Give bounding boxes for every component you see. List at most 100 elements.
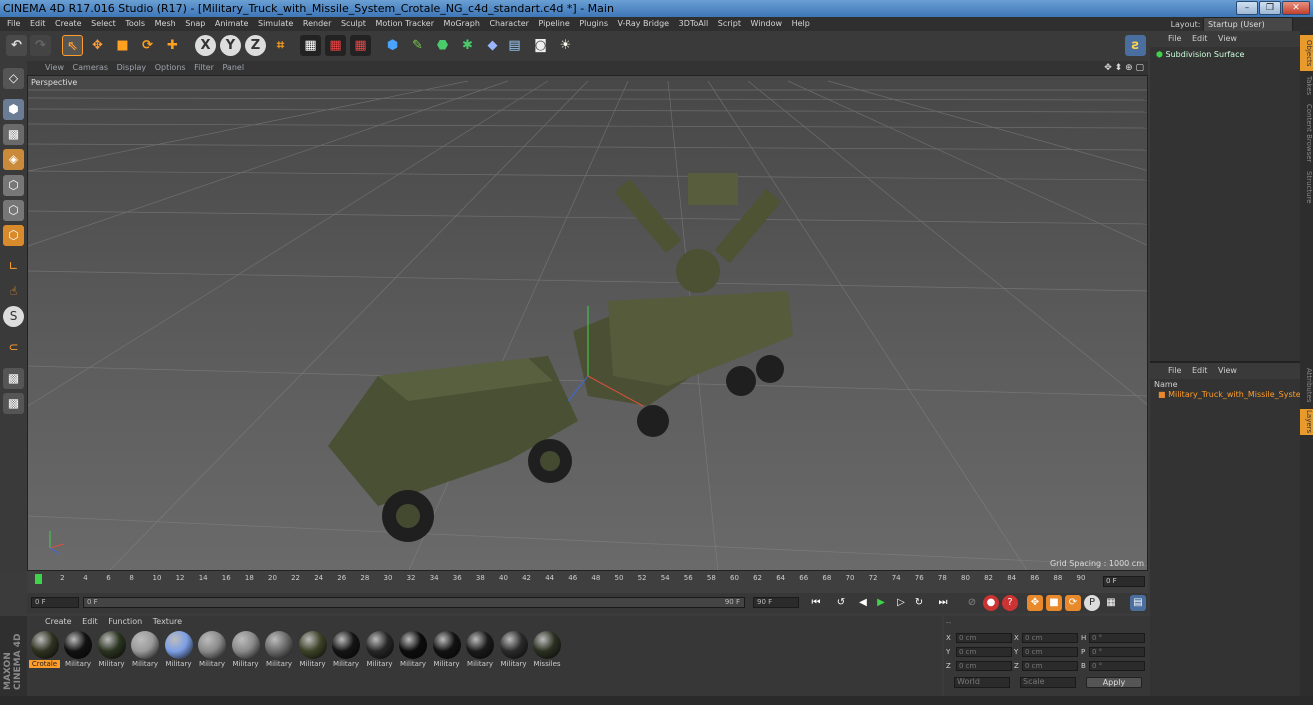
next-frame-icon[interactable]: ▷ — [893, 595, 909, 611]
material-menu-texture[interactable]: Texture — [153, 617, 182, 626]
material-swatch[interactable]: Military — [96, 631, 127, 676]
menu-pipeline[interactable]: Pipeline — [538, 19, 569, 28]
python-icon[interactable]: ƨ — [1125, 35, 1146, 56]
frame-range-slider[interactable]: 0 F 90 F — [83, 597, 745, 608]
menu-tools[interactable]: Tools — [125, 19, 145, 28]
next-key-icon[interactable]: ↻ — [911, 595, 927, 611]
material-swatch[interactable]: Military — [130, 631, 161, 676]
points-mode-icon[interactable]: ⬡ — [3, 175, 24, 196]
camera-icon[interactable]: ◙ — [530, 35, 551, 56]
material-swatch[interactable]: Crotale — [29, 631, 60, 676]
rotate-icon[interactable]: ⟳ — [137, 35, 158, 56]
move-icon[interactable]: ✥ — [87, 35, 108, 56]
size-y-field[interactable]: 0 cm — [1022, 647, 1078, 657]
menu-motion-tracker[interactable]: Motion Tracker — [375, 19, 434, 28]
material-swatch[interactable]: Military — [230, 631, 261, 676]
rotation-p-field[interactable]: 0 ° — [1089, 647, 1145, 657]
menu-simulate[interactable]: Simulate — [258, 19, 293, 28]
add-cross-icon[interactable]: ✚ — [162, 35, 183, 56]
current-frame-marker[interactable] — [35, 574, 42, 584]
menu-script[interactable]: Script — [718, 19, 741, 28]
material-swatch[interactable]: Military — [398, 631, 429, 676]
menu-file[interactable]: File — [7, 19, 20, 28]
goto-start-icon[interactable]: ⏮ — [808, 595, 824, 611]
coordinate-mode-select[interactable]: Scale — [1020, 677, 1076, 688]
viewport-nav-icons[interactable]: ✥ ⬍ ⊕ ▢ — [1104, 61, 1144, 75]
menu-vray-bridge[interactable]: V-Ray Bridge — [618, 19, 670, 28]
material-menu-function[interactable]: Function — [108, 617, 142, 626]
material-swatch[interactable]: Military — [465, 631, 496, 676]
model-mode-icon[interactable]: ⬢ — [3, 99, 24, 120]
menu-snap[interactable]: Snap — [185, 19, 205, 28]
light-icon[interactable]: ☀ — [555, 35, 576, 56]
maximize-button[interactable]: ❐ — [1259, 1, 1281, 15]
tab-takes[interactable]: Takes — [1300, 75, 1313, 97]
material-swatch[interactable]: Military — [63, 631, 94, 676]
undo-icon[interactable]: ↶ — [6, 35, 27, 56]
redo-icon[interactable]: ↷ — [30, 35, 51, 56]
menu-create[interactable]: Create — [55, 19, 82, 28]
make-editable-icon[interactable]: ◇ — [3, 68, 24, 89]
menu-render[interactable]: Render — [303, 19, 331, 28]
magnet-icon[interactable]: ⊂ — [3, 337, 24, 358]
tab-structure[interactable]: Structure — [1300, 169, 1313, 205]
subdivision-icon[interactable]: ⬣ — [432, 35, 453, 56]
apply-button[interactable]: Apply — [1086, 677, 1142, 688]
size-x-field[interactable]: 0 cm — [1022, 633, 1078, 643]
menu-character[interactable]: Character — [489, 19, 529, 28]
snap-icon[interactable]: S — [3, 306, 24, 327]
axis-mode-icon[interactable]: ∟ — [3, 256, 24, 277]
menu-edit[interactable]: Edit — [30, 19, 46, 28]
material-menu-edit[interactable]: Edit — [82, 617, 98, 626]
menu-plugins[interactable]: Plugins — [579, 19, 608, 28]
tweak-mode-icon[interactable]: ☝ — [3, 281, 24, 302]
viewport-menu-display[interactable]: Display — [117, 63, 147, 72]
cube-icon[interactable]: ⬢ — [382, 35, 403, 56]
layer-menu-file[interactable]: File — [1168, 366, 1181, 375]
motion-record-icon[interactable]: ⊘ — [964, 595, 980, 611]
size-z-field[interactable]: 0 cm — [1022, 661, 1078, 671]
goto-end-icon[interactable]: ⏭ — [935, 595, 951, 611]
x-axis-icon[interactable]: X — [195, 35, 216, 56]
array-icon[interactable]: ✱ — [457, 35, 478, 56]
menu-animate[interactable]: Animate — [215, 19, 249, 28]
auto-keyframe-icon[interactable]: ? — [1002, 595, 1018, 611]
viewport-menu-filter[interactable]: Filter — [194, 63, 214, 72]
texture-mode-icon[interactable]: ▩ — [3, 124, 24, 145]
object-row-subdivision[interactable]: ⬢ Subdivision Surface — [1150, 47, 1300, 59]
scale-icon[interactable]: ■ — [112, 35, 133, 56]
position-x-field[interactable]: 0 cm — [956, 633, 1012, 643]
floor-icon[interactable]: ▤ — [504, 35, 525, 56]
menu-window[interactable]: Window — [751, 19, 783, 28]
key-position-icon[interactable]: ✥ — [1027, 595, 1043, 611]
rotation-b-field[interactable]: 0 ° — [1089, 661, 1145, 671]
object-menu-file[interactable]: File — [1168, 34, 1181, 43]
menu-select[interactable]: Select — [91, 19, 116, 28]
polygons-mode-icon[interactable]: ⬡ — [3, 225, 24, 246]
menu-sculpt[interactable]: Sculpt — [341, 19, 366, 28]
object-menu-view[interactable]: View — [1218, 34, 1237, 43]
lock-workplane-icon[interactable]: ▩ — [3, 368, 24, 389]
position-y-field[interactable]: 0 cm — [956, 647, 1012, 657]
previous-key-icon[interactable]: ↺ — [833, 595, 849, 611]
render-settings-icon[interactable]: ▦ — [350, 35, 371, 56]
planar-workplane-icon[interactable]: ▩ — [3, 393, 24, 414]
material-swatch[interactable]: Military — [163, 631, 194, 676]
deformer-icon[interactable]: ◆ — [482, 35, 503, 56]
render-picture-viewer-icon[interactable]: ▦ — [325, 35, 346, 56]
layer-menu-edit[interactable]: Edit — [1192, 366, 1208, 375]
menu-3dtoall[interactable]: 3DToAll — [679, 19, 709, 28]
y-axis-icon[interactable]: Y — [220, 35, 241, 56]
z-axis-icon[interactable]: Z — [245, 35, 266, 56]
timeline-frame-field[interactable]: 0 F — [1103, 576, 1145, 587]
rotation-h-field[interactable]: 0 ° — [1089, 633, 1145, 643]
menu-help[interactable]: Help — [792, 19, 810, 28]
material-swatch[interactable]: Military — [331, 631, 362, 676]
object-name[interactable]: Subdivision Surface — [1166, 50, 1245, 59]
key-parameter-icon[interactable]: P — [1084, 595, 1100, 611]
coordinate-space-select[interactable]: World — [954, 677, 1010, 688]
key-rotation-icon[interactable]: ⟳ — [1065, 595, 1081, 611]
tab-content-browser[interactable]: Content Browser — [1300, 101, 1313, 165]
coordinate-system-icon[interactable]: ⌗ — [270, 35, 291, 56]
tab-objects[interactable]: Objects — [1300, 35, 1313, 71]
